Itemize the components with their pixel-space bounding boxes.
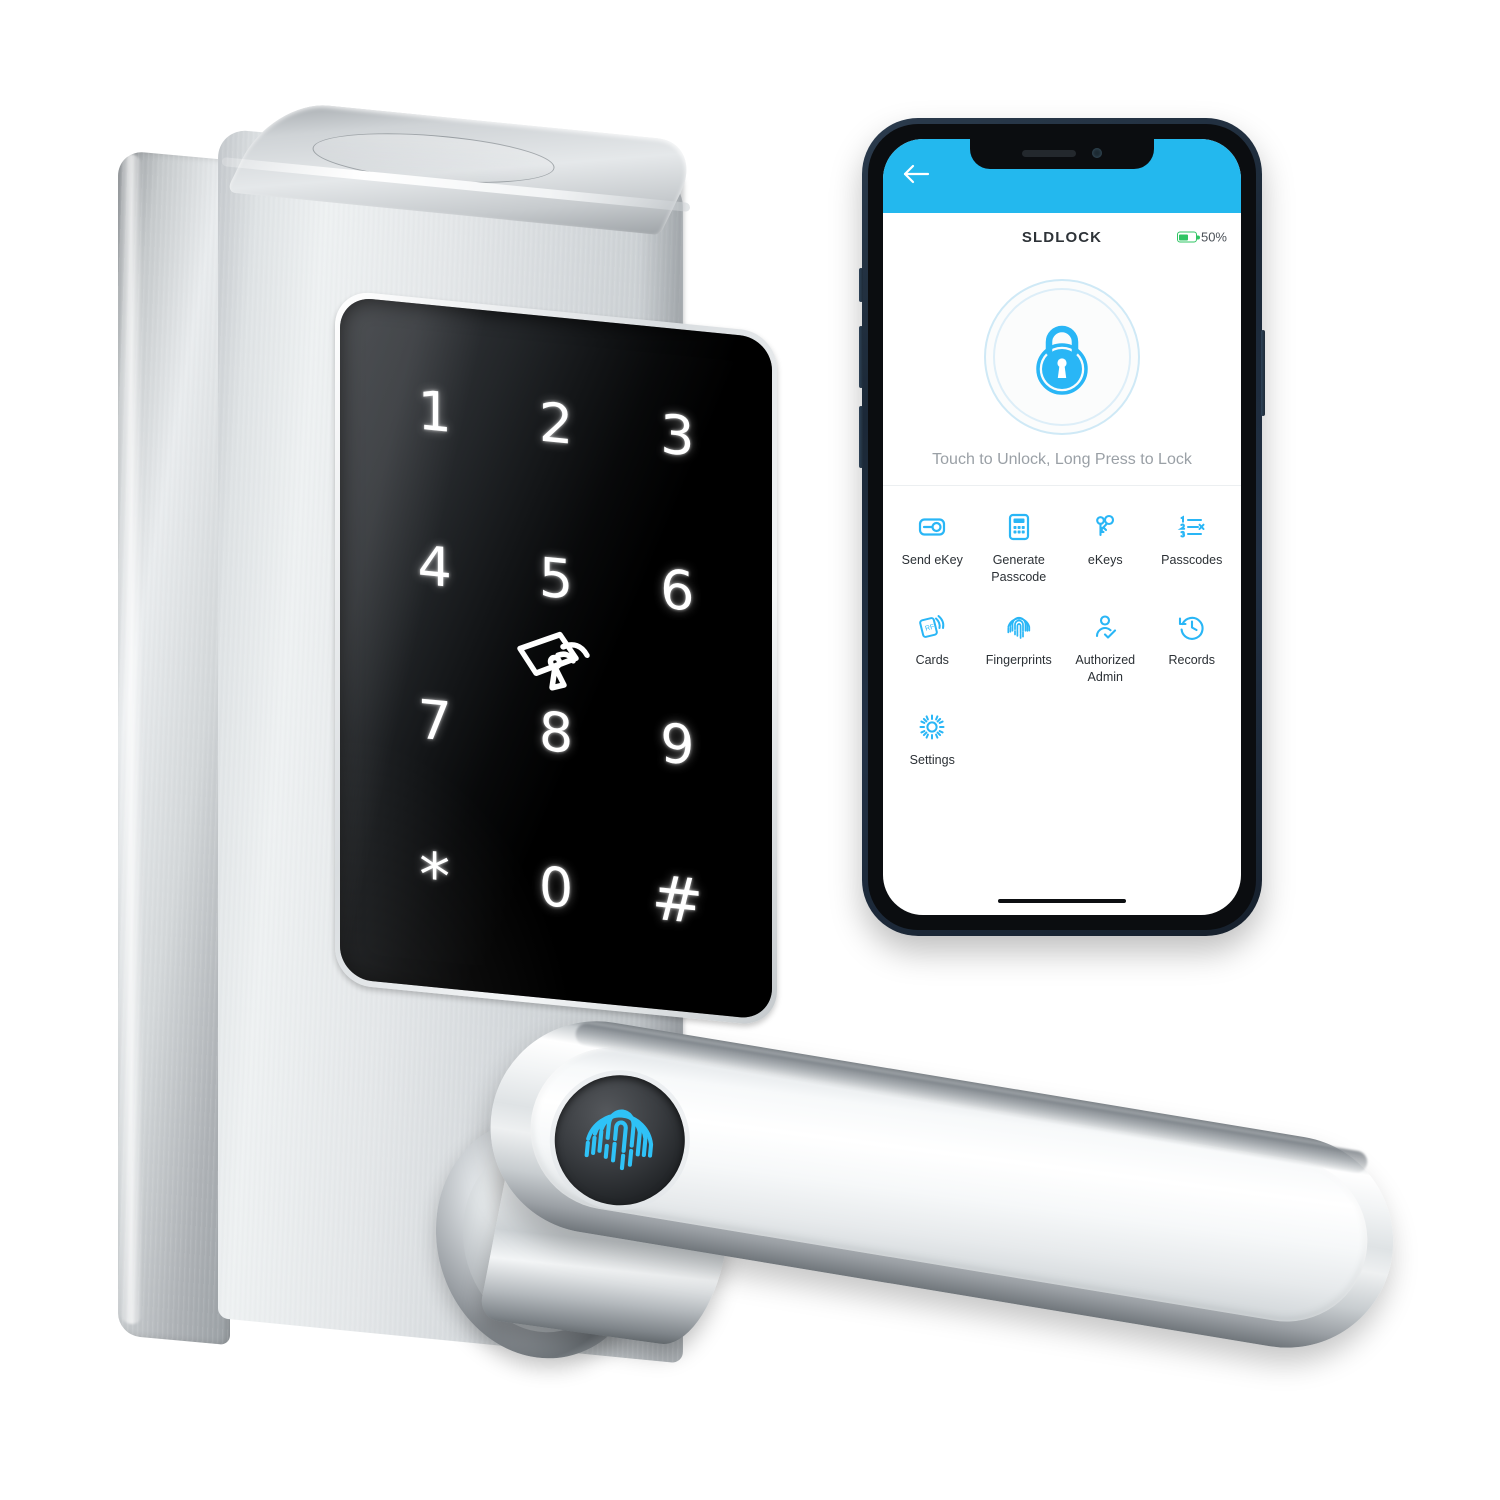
keypad-key-7[interactable]: 7 [374, 638, 495, 804]
fingerprint-icon [1004, 612, 1034, 642]
gear-icon [917, 712, 947, 742]
section-divider [883, 485, 1241, 486]
svg-text:RF: RF [925, 623, 936, 632]
phone-power-button[interactable] [1261, 330, 1265, 416]
feature-grid: Send eKey Generate Passcode eKeys Passco… [883, 490, 1241, 780]
page-title: SLDLOCK [1021, 228, 1103, 246]
keypad-key-2[interactable]: 2 [495, 341, 616, 507]
keypad-key-9[interactable]: 9 [617, 662, 738, 828]
touch-keypad[interactable]: 1 2 3 4 5 6 7 8 9 * 0 # [335, 289, 777, 1027]
keypad-key-star[interactable]: * [374, 793, 495, 959]
keypad-key-0[interactable]: 0 [495, 805, 616, 971]
clock-history-icon [1177, 612, 1207, 642]
phone-mute-switch[interactable] [859, 268, 863, 302]
battery-icon [1176, 231, 1200, 243]
grid-label: Cards [915, 652, 949, 667]
grid-label: Passcodes [1161, 553, 1223, 567]
app-titlebar: SLDLOCK 50% [883, 213, 1241, 261]
grid-label: Send eKey [901, 553, 963, 567]
grid-label: eKeys [1087, 553, 1123, 567]
grid-item-passcodes[interactable]: Passcodes [1149, 502, 1236, 598]
lock-button-area [883, 261, 1241, 441]
send-ekey-icon [917, 512, 947, 542]
phone-bezel: SLDLOCK 50% Touch to Unlock, Long Press … [868, 124, 1256, 930]
earpiece-speaker [1022, 149, 1076, 157]
keypad-key-hash[interactable]: # [617, 817, 738, 983]
grid-label: Generate Passcode [991, 553, 1047, 584]
keypad-glass-panel[interactable]: 1 2 3 4 5 6 7 8 9 * 0 # [340, 296, 772, 1021]
grid-label: Records [1168, 652, 1216, 667]
keypad-key-1[interactable]: 1 [374, 329, 495, 495]
back-arrow-icon[interactable] [901, 163, 931, 185]
keypad-grid: 1 2 3 4 5 6 7 8 9 * 0 # [340, 296, 772, 1020]
lock-left-highlight [120, 152, 142, 1326]
phone-screen: SLDLOCK 50% Touch to Unlock, Long Press … [883, 139, 1241, 915]
phone-frame: SLDLOCK 50% Touch to Unlock, Long Press … [859, 118, 1265, 936]
keys-icon [1090, 512, 1120, 542]
grid-label: Authorized Admin [1075, 652, 1136, 684]
calculator-icon [1004, 512, 1034, 542]
grid-item-cards[interactable]: RF Cards [889, 602, 976, 698]
app-header [883, 139, 1241, 213]
grid-item-settings[interactable]: Settings [889, 702, 976, 781]
battery-fill [1179, 234, 1188, 240]
phone-notch [970, 139, 1154, 169]
grid-item-generate-passcode[interactable]: Generate Passcode [976, 502, 1063, 598]
grid-item-records[interactable]: Records [1149, 602, 1236, 698]
keypad-key-4[interactable]: 4 [374, 484, 495, 650]
unlock-button[interactable] [984, 279, 1140, 435]
numbered-list-icon [1177, 512, 1207, 542]
keypad-key-6[interactable]: 6 [617, 508, 738, 674]
grid-item-fingerprints[interactable]: Fingerprints [976, 602, 1063, 698]
smartphone-mockup: SLDLOCK 50% Touch to Unlock, Long Press … [859, 118, 1265, 936]
product-scene: 1 2 3 4 5 6 7 8 9 * 0 # [0, 0, 1500, 1500]
fingerprint-icon [584, 1109, 654, 1171]
padlock-icon [1036, 325, 1088, 395]
rfid-card-icon: RF [917, 612, 947, 642]
front-camera [1092, 148, 1102, 158]
person-check-icon [1090, 612, 1120, 642]
lock-hint-text: Touch to Unlock, Long Press to Lock [932, 451, 1192, 468]
phone-volume-down-button[interactable] [859, 406, 863, 468]
grid-item-authorized-admin[interactable]: Authorized Admin [1062, 602, 1149, 698]
grid-item-send-ekey[interactable]: Send eKey [889, 502, 976, 598]
grid-item-ekeys[interactable]: eKeys [1062, 502, 1149, 598]
battery-status: 50% [1176, 229, 1227, 245]
battery-label: 50% [1200, 229, 1227, 245]
grid-label: Fingerprints [985, 652, 1052, 667]
phone-volume-up-button[interactable] [859, 326, 863, 388]
keypad-key-8[interactable]: 8 [495, 650, 616, 816]
keypad-key-3[interactable]: 3 [617, 353, 738, 519]
home-indicator[interactable] [998, 899, 1126, 903]
keypad-key-5[interactable]: 5 [495, 496, 616, 662]
grid-label: Settings [909, 752, 955, 767]
